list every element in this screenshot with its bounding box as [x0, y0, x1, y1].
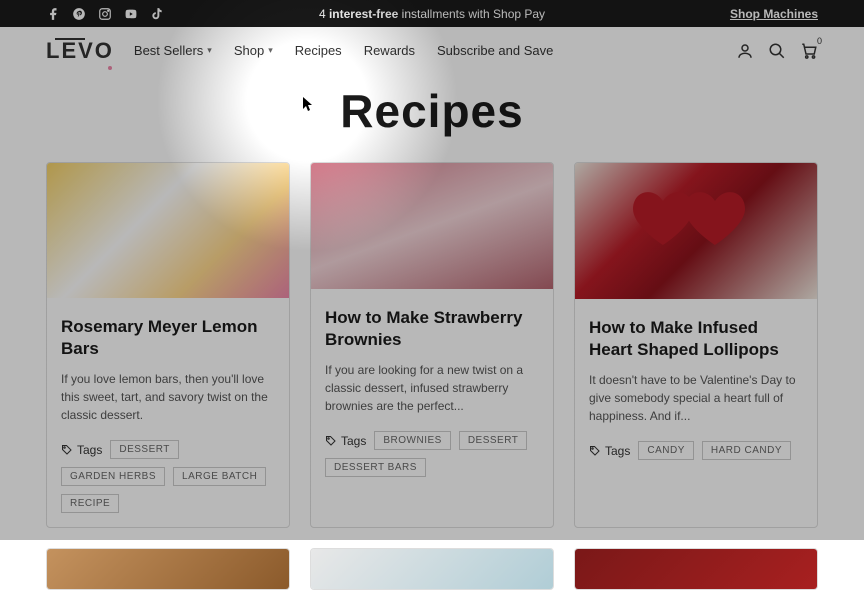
tag[interactable]: DESSERT [110, 440, 179, 459]
search-icon[interactable] [768, 42, 786, 60]
nav-best-sellers[interactable]: Best Sellers▾ [134, 43, 212, 58]
recipe-card[interactable]: How to Make Infused Heart Shaped Lollipo… [574, 162, 818, 528]
tag[interactable]: GARDEN HERBS [61, 467, 165, 486]
tags-row: Tags DESSERT GARDEN HERBS LARGE BATCH RE… [61, 440, 275, 513]
recipe-card[interactable] [310, 548, 554, 590]
tiktok-icon[interactable] [150, 7, 164, 21]
social-icons [46, 7, 164, 21]
instagram-icon[interactable] [98, 7, 112, 21]
recipes-grid: Rosemary Meyer Lemon Bars If you love le… [0, 162, 864, 528]
main-nav: Best Sellers▾ Shop▾ Recipes Rewards Subs… [134, 43, 553, 58]
recipe-image [47, 549, 289, 589]
header-actions: 0 [736, 42, 818, 60]
account-icon[interactable] [736, 42, 754, 60]
pinterest-icon[interactable] [72, 7, 86, 21]
tag[interactable]: LARGE BATCH [173, 467, 266, 486]
recipe-image [311, 549, 553, 589]
logo[interactable]: LEVO [46, 38, 114, 64]
recipe-title: How to Make Strawberry Brownies [325, 307, 539, 351]
recipe-image [575, 549, 817, 589]
tag[interactable]: HARD CANDY [702, 441, 791, 460]
chevron-down-icon: ▾ [207, 45, 212, 56]
nav-rewards[interactable]: Rewards [364, 43, 415, 58]
facebook-icon[interactable] [46, 7, 60, 21]
recipe-excerpt: If you love lemon bars, then you'll love… [61, 370, 275, 424]
recipe-excerpt: If you are looking for a new twist on a … [325, 361, 539, 415]
page-title: Recipes [0, 84, 864, 138]
announcement-bar: 4 interest-free installments with Shop P… [0, 0, 864, 27]
tag[interactable]: BROWNIES [374, 431, 450, 450]
recipe-card[interactable]: How to Make Strawberry Brownies If you a… [310, 162, 554, 528]
tag-icon [325, 435, 337, 447]
nav-subscribe[interactable]: Subscribe and Save [437, 43, 553, 58]
shop-machines-link[interactable]: Shop Machines [730, 7, 818, 21]
recipe-image [47, 163, 289, 298]
youtube-icon[interactable] [124, 7, 138, 21]
nav-shop[interactable]: Shop▾ [234, 43, 273, 58]
tags-row: Tags BROWNIES DESSERT DESSERT BARS [325, 431, 539, 477]
tags-row: Tags CANDY HARD CANDY [589, 441, 803, 460]
recipe-card[interactable] [46, 548, 290, 590]
header: LEVO Best Sellers▾ Shop▾ Recipes Rewards… [0, 27, 864, 74]
chevron-down-icon: ▾ [268, 45, 273, 56]
tag-icon [589, 445, 601, 457]
recipe-title: Rosemary Meyer Lemon Bars [61, 316, 275, 360]
tag[interactable]: RECIPE [61, 494, 119, 513]
cart-icon[interactable]: 0 [800, 42, 818, 60]
recipe-image [311, 163, 553, 289]
tag[interactable]: CANDY [638, 441, 694, 460]
nav-recipes[interactable]: Recipes [295, 43, 342, 58]
recipe-title: How to Make Infused Heart Shaped Lollipo… [589, 317, 803, 361]
recipe-excerpt: It doesn't have to be Valentine's Day to… [589, 371, 803, 425]
cart-count-badge: 0 [817, 36, 822, 46]
recipe-card[interactable] [574, 548, 818, 590]
tag-icon [61, 444, 73, 456]
tag[interactable]: DESSERT [459, 431, 528, 450]
recipes-grid-row2 [0, 548, 864, 590]
announcement-text: 4 interest-free installments with Shop P… [319, 7, 545, 21]
tag[interactable]: DESSERT BARS [325, 458, 426, 477]
recipe-card[interactable]: Rosemary Meyer Lemon Bars If you love le… [46, 162, 290, 528]
recipe-image [575, 163, 817, 299]
